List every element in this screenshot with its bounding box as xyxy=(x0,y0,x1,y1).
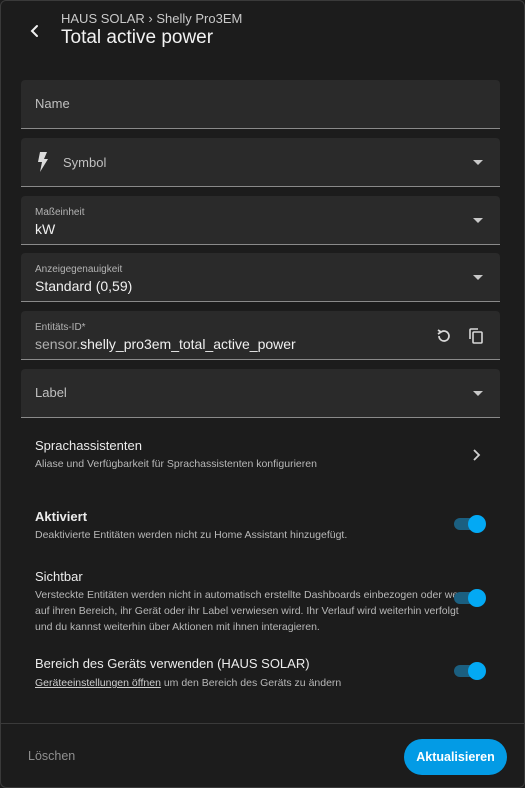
copy-entity-id-button[interactable] xyxy=(465,325,487,347)
reset-icon xyxy=(437,329,450,342)
device-area-desc: Geräteeinstellungen öffnen um den Bereic… xyxy=(35,675,475,691)
precision-value: Standard (0,59) xyxy=(35,278,133,294)
footer-divider xyxy=(1,723,524,724)
precision-select[interactable]: Anzeigegenauigkeit Standard (0,59) xyxy=(21,253,500,302)
visible-title: Sichtbar xyxy=(35,569,83,584)
enabled-title: Aktiviert xyxy=(35,509,88,524)
voice-assistants-row[interactable]: Sprachassistenten Aliase und Verfügbarke… xyxy=(1,431,524,479)
device-area-desc-rest: um den Bereich des Geräts zu ändern xyxy=(160,677,342,689)
precision-label: Anzeigegenauigkeit xyxy=(35,264,123,275)
page-title: Total active power xyxy=(61,27,214,48)
copy-icon xyxy=(469,328,483,344)
device-area-title: Bereich des Geräts verwenden (HAUS SOLAR… xyxy=(35,656,310,671)
chevron-down-icon[interactable] xyxy=(473,218,483,223)
enabled-toggle-knob xyxy=(468,515,486,533)
device-area-toggle-knob xyxy=(468,662,486,680)
symbol-label: Symbol xyxy=(63,155,107,170)
unit-select[interactable]: Maßeinheit kW xyxy=(21,196,500,245)
name-label: Name xyxy=(35,96,70,111)
chevron-down-icon[interactable] xyxy=(473,160,483,165)
entity-id-field[interactable]: Entitäts-ID* sensor.shelly_pro3em_total_… xyxy=(21,311,500,360)
entity-id-value: sensor.shelly_pro3em_total_active_power xyxy=(35,336,296,352)
chevron-right-icon xyxy=(473,449,481,461)
visible-desc: Versteckte Entitäten werden nicht in aut… xyxy=(35,589,470,633)
breadcrumb[interactable]: HAUS SOLAR › Shelly Pro3EM xyxy=(61,11,242,26)
entity-id-domain: sensor. xyxy=(35,336,81,352)
delete-button[interactable]: Löschen xyxy=(28,749,75,763)
name-field[interactable]: Name xyxy=(21,80,500,129)
entity-id-object: shelly_pro3em_total_active_power xyxy=(80,336,296,352)
unit-label: Maßeinheit xyxy=(35,207,85,218)
update-button[interactable]: Aktualisieren xyxy=(404,739,507,775)
visible-toggle[interactable] xyxy=(452,588,486,608)
lightning-icon xyxy=(38,152,48,172)
voice-assistants-title: Sprachassistenten xyxy=(35,438,142,453)
symbol-field[interactable]: Symbol xyxy=(21,138,500,187)
back-arrow-icon xyxy=(30,25,38,37)
enabled-desc: Deaktivierte Entitäten werden nicht zu H… xyxy=(35,529,348,541)
device-settings-link[interactable]: Geräteeinstellungen öffnen xyxy=(35,677,161,689)
reset-entity-id-button[interactable] xyxy=(433,325,455,347)
enabled-toggle[interactable] xyxy=(452,514,486,534)
back-button[interactable] xyxy=(21,17,49,45)
voice-assistants-desc: Aliase und Verfügbarkeit für Sprachassis… xyxy=(35,458,317,470)
label-label: Label xyxy=(35,385,67,400)
chevron-down-icon[interactable] xyxy=(473,391,483,396)
device-area-toggle[interactable] xyxy=(452,661,486,681)
dialog-header: HAUS SOLAR › Shelly Pro3EM Total active … xyxy=(1,1,524,71)
entity-id-label: Entitäts-ID* xyxy=(35,322,86,333)
entity-settings-dialog: HAUS SOLAR › Shelly Pro3EM Total active … xyxy=(0,0,525,788)
unit-value: kW xyxy=(35,221,56,237)
label-select[interactable]: Label xyxy=(21,369,500,418)
visible-toggle-knob xyxy=(468,589,486,607)
chevron-down-icon[interactable] xyxy=(473,275,483,280)
